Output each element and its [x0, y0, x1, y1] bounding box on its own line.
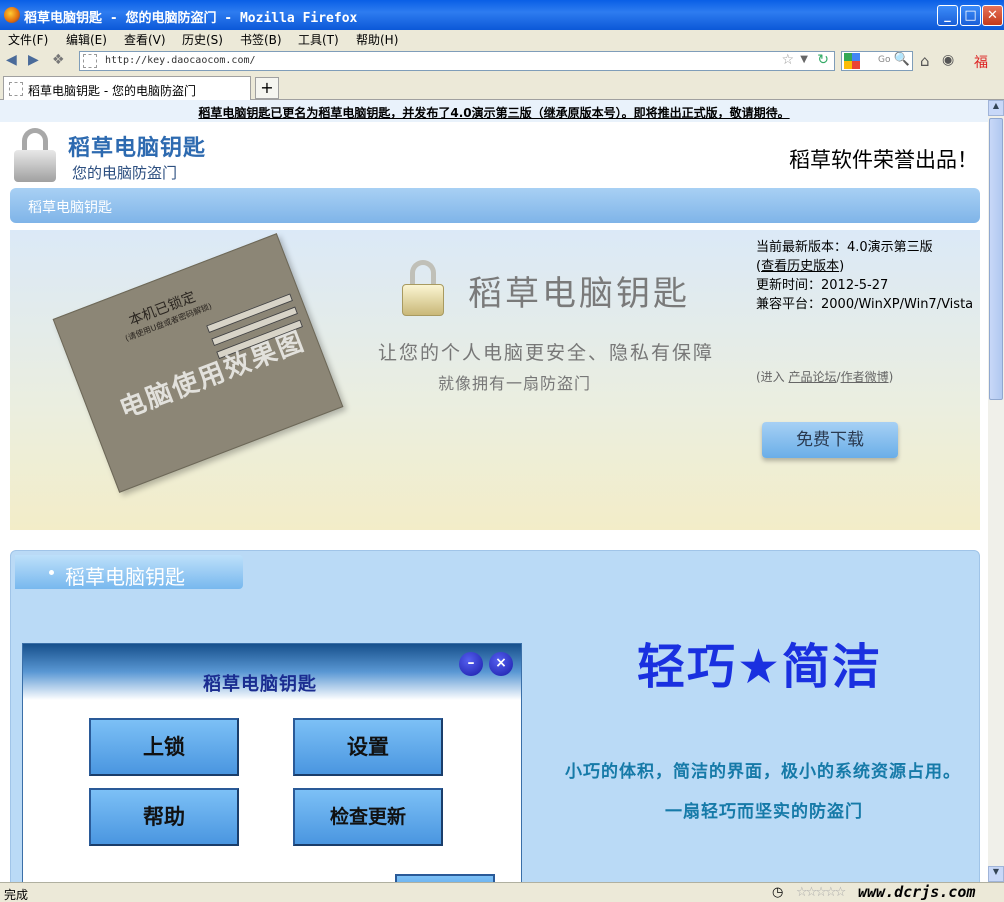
- menu-bookmarks[interactable]: 书签(B): [240, 31, 282, 48]
- rating-stars-icon[interactable]: ☆☆☆☆☆: [796, 885, 846, 900]
- publisher-text: 稻草软件荣誉出品！: [789, 148, 978, 172]
- addon-icon[interactable]: ◉: [942, 52, 954, 68]
- version-text: 当前最新版本：4.0演示第三版: [756, 240, 933, 255]
- free-download-button[interactable]: 免费下载: [762, 422, 898, 458]
- bullet-icon: [49, 570, 54, 575]
- url-dropdown-icon[interactable]: ▼: [800, 54, 808, 65]
- forward-button[interactable]: ▶: [28, 52, 39, 68]
- app-help-button: 帮助: [89, 788, 239, 846]
- padlock-icon: [402, 260, 444, 316]
- clock-icon[interactable]: ◷: [772, 885, 783, 900]
- hero-title: 稻草电脑钥匙: [468, 274, 690, 314]
- app-lock-button: 上锁: [89, 718, 239, 776]
- navigation-toolbar: ◀ ▶ ❖ http://key.daocaocom.com/ ☆ ▼ ↻ Go…: [0, 48, 1004, 74]
- version-info: 当前最新版本：4.0演示第三版 (查看历史版本) 更新时间：2012-5-27 …: [756, 240, 974, 312]
- section-header: 稻草电脑钥匙: [10, 188, 980, 223]
- google-engine-icon[interactable]: [844, 53, 860, 69]
- site-header: 稻草电脑钥匙 您的电脑防盗门 稻草软件荣誉出品！: [0, 122, 988, 186]
- forum-links: (进入 产品论坛/作者微博): [756, 368, 893, 385]
- scroll-up-icon[interactable]: ▲: [988, 100, 1004, 116]
- new-tab-button[interactable]: +: [255, 77, 279, 99]
- section-title: 稻草电脑钥匙: [28, 200, 112, 216]
- bookmark-star-icon[interactable]: ☆: [781, 52, 794, 68]
- page-favicon-icon: [83, 54, 97, 68]
- tab-favicon-icon: [9, 82, 23, 96]
- url-text[interactable]: http://key.daocaocom.com/: [105, 55, 256, 66]
- close-window-button[interactable]: ✕: [982, 5, 1003, 26]
- feature-description-2: 一扇轻巧而坚实的防盗门: [665, 802, 863, 822]
- app-window-preview: – × 稻草电脑钥匙 上锁 设置 帮助 检查更新: [22, 643, 522, 882]
- page-content: 稻草电脑钥匙已更名为稻草电脑钥匙，并发布了4.0演示第三版（继承原版本号）。即将…: [0, 100, 988, 882]
- notice-link[interactable]: 稻草电脑钥匙已更名为稻草电脑钥匙，并发布了4.0演示第三版（继承原版本号）。即将…: [198, 106, 789, 120]
- menu-tools[interactable]: 工具(T): [298, 31, 339, 48]
- menu-view[interactable]: 查看(V): [124, 31, 166, 48]
- url-bar[interactable]: http://key.daocaocom.com/ ☆ ▼ ↻: [79, 51, 835, 71]
- tab-label: 稻草电脑钥匙 - 您的电脑防盗门: [28, 84, 196, 98]
- forum-suffix: ): [888, 370, 894, 384]
- status-bar: 完成 ◷ ☆☆☆☆☆ www.dcrjs.com: [0, 882, 1004, 902]
- forum-link[interactable]: 产品论坛: [789, 370, 837, 384]
- back-button[interactable]: ◀: [6, 52, 17, 68]
- app-window-title: 稻草电脑钥匙: [203, 674, 317, 695]
- app-settings-button: 设置: [293, 718, 443, 776]
- scroll-down-icon[interactable]: ▼: [988, 866, 1004, 882]
- window-title: 稻草电脑钥匙 - 您的电脑防盗门 - Mozilla Firefox: [24, 11, 358, 26]
- notice-bar: 稻草电脑钥匙已更名为稻草电脑钥匙，并发布了4.0演示第三版（继承原版本号）。即将…: [0, 100, 988, 122]
- maximize-button[interactable]: □: [960, 5, 981, 26]
- window-titlebar[interactable]: 稻草电脑钥匙 - 您的电脑防盗门 - Mozilla Firefox _ □ ✕: [0, 0, 1004, 30]
- menu-history[interactable]: 历史(S): [182, 31, 223, 48]
- menu-bar: 文件(F) 编辑(E) 查看(V) 历史(S) 书签(B) 工具(T) 帮助(H…: [0, 30, 1004, 48]
- panel-tab-label: 稻草电脑钥匙: [65, 565, 185, 589]
- tab-current[interactable]: 稻草电脑钥匙 - 您的电脑防盗门: [3, 76, 251, 100]
- scroll-thumb[interactable]: [989, 118, 1003, 400]
- home-button[interactable]: ⌂: [920, 52, 930, 70]
- minimize-button[interactable]: _: [937, 5, 958, 26]
- history-versions-link[interactable]: 查看历史版本: [761, 259, 839, 274]
- menu-help[interactable]: 帮助(H): [356, 31, 398, 48]
- panel-tab: 稻草电脑钥匙: [15, 555, 243, 589]
- hero-subslogan: 就像拥有一扇防盗门: [438, 374, 592, 393]
- search-icon[interactable]: 🔍: [894, 52, 910, 67]
- app-close-icon: ×: [489, 652, 513, 676]
- blog-link[interactable]: 作者微博: [841, 370, 889, 384]
- search-go-label: Go: [878, 55, 891, 65]
- feature-panel: 稻草电脑钥匙 – × 稻草电脑钥匙 上锁 设置 帮助 检查更新 轻巧★简洁 小巧…: [10, 550, 980, 882]
- search-box[interactable]: Go 🔍: [841, 51, 913, 71]
- firefox-icon: [4, 7, 20, 23]
- hero-banner: 本机已锁定 (请使用U盘或者密码解锁) 电脑使用效果图 稻草电脑钥匙 让您的个人…: [10, 230, 980, 530]
- forum-prefix: (进入: [756, 370, 789, 384]
- hero-slogan: 让您的个人电脑更安全、隐私有保障: [378, 342, 715, 364]
- fortune-addon-icon[interactable]: 福: [974, 52, 988, 72]
- app-close-button: [395, 874, 495, 882]
- lock-screen-preview: 本机已锁定 (请使用U盘或者密码解锁) 电脑使用效果图: [52, 233, 344, 493]
- site-brand[interactable]: 稻草电脑钥匙: [68, 130, 206, 162]
- menu-edit[interactable]: 编辑(E): [66, 31, 107, 48]
- site-identity-icon[interactable]: ❖: [52, 52, 65, 68]
- menu-file[interactable]: 文件(F): [8, 31, 48, 48]
- platform-text: 兼容平台：2000/WinXP/Win7/Vista: [756, 297, 974, 312]
- tab-bar: 稻草电脑钥匙 - 您的电脑防盗门 +: [0, 74, 1004, 100]
- page-scrollbar[interactable]: ▲ ▼: [988, 100, 1004, 882]
- site-tagline: 您的电脑防盗门: [72, 164, 178, 182]
- feature-description: 小巧的体积，简洁的界面，极小的系统资源占用。: [565, 762, 961, 782]
- padlock-logo-icon: [14, 128, 56, 182]
- reload-icon[interactable]: ↻: [817, 52, 829, 68]
- status-text: 完成: [4, 888, 29, 902]
- app-minimize-icon: –: [459, 652, 483, 676]
- app-check-update-button: 检查更新: [293, 788, 443, 846]
- update-date-text: 更新时间：2012-5-27: [756, 278, 889, 293]
- feature-title: 轻巧★简洁: [637, 639, 883, 695]
- watermark: www.dcrjs.com: [858, 883, 976, 901]
